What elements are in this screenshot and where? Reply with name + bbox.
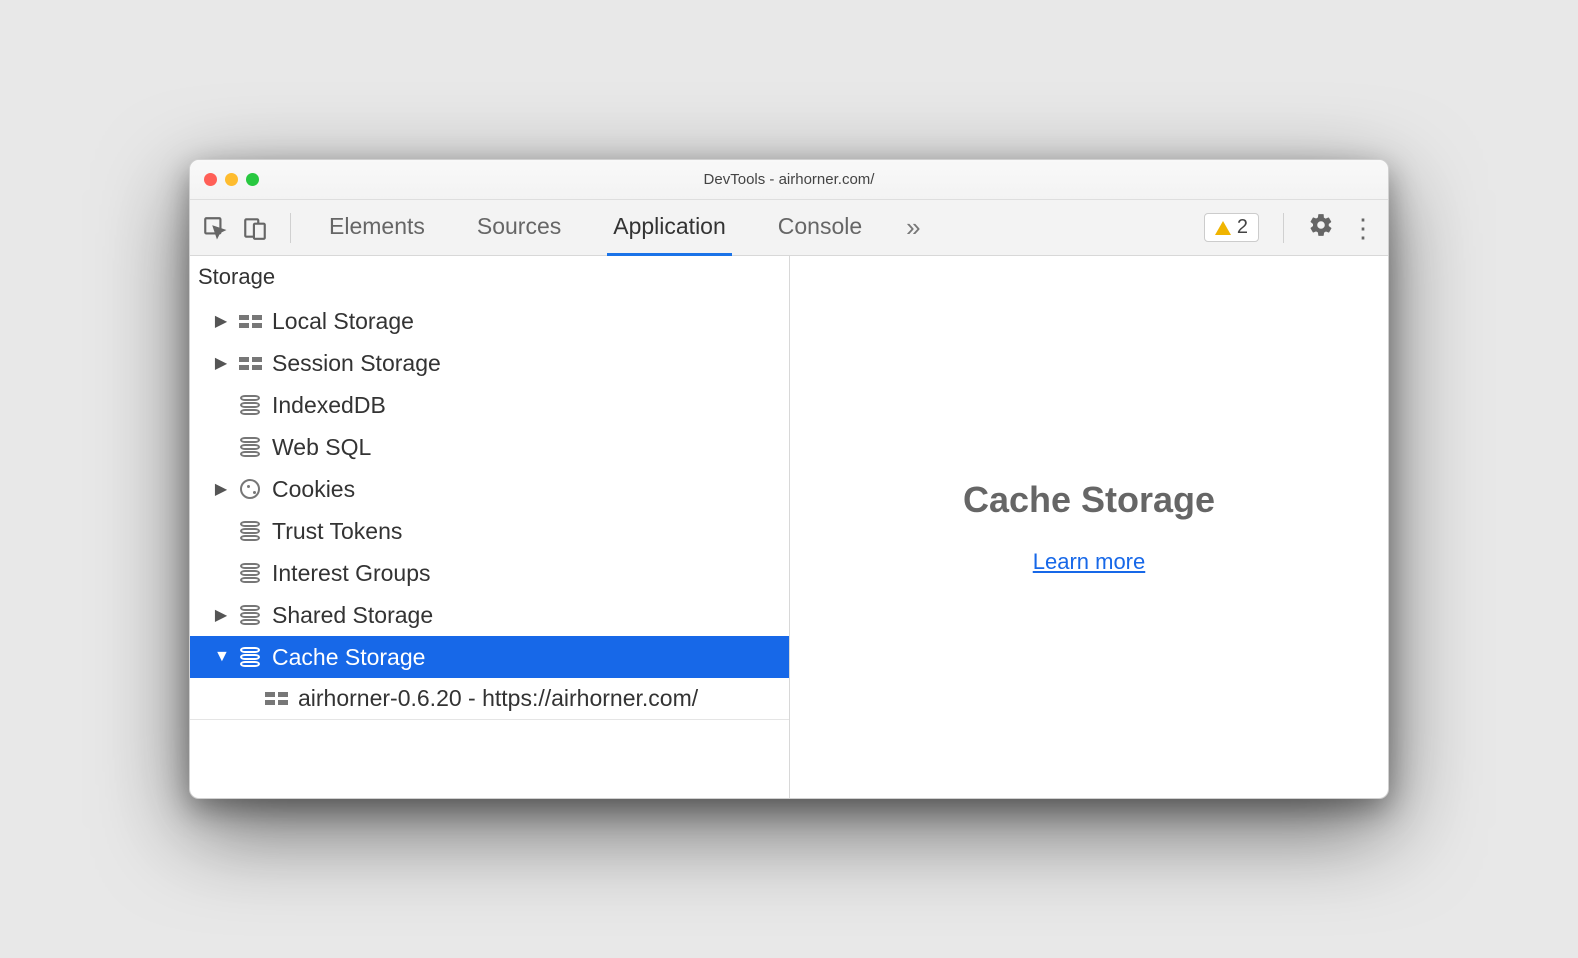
chevron-right-icon: ▶ bbox=[214, 311, 228, 331]
panel-heading: Cache Storage bbox=[963, 479, 1215, 521]
sidebar-item-interest-groups[interactable]: ▶ Interest Groups bbox=[190, 552, 789, 594]
sidebar-item-label: airhorner-0.6.20 - https://airhorner.com… bbox=[298, 685, 698, 712]
sidebar-item-label: Interest Groups bbox=[272, 560, 431, 587]
inspect-element-icon[interactable] bbox=[202, 215, 228, 241]
warning-icon bbox=[1215, 221, 1231, 235]
tab-console[interactable]: Console bbox=[772, 199, 868, 256]
warning-count: 2 bbox=[1237, 216, 1248, 239]
sidebar-item-indexeddb[interactable]: ▶ IndexedDB bbox=[190, 384, 789, 426]
panel-tabs: Elements Sources Application Console bbox=[323, 199, 868, 256]
database-icon bbox=[236, 605, 264, 625]
minimize-window-button[interactable] bbox=[225, 173, 238, 186]
sidebar-section-header: Storage bbox=[190, 256, 789, 300]
chevron-right-icon: ▶ bbox=[214, 605, 228, 625]
traffic-lights bbox=[204, 173, 259, 186]
chevron-right-icon: ▶ bbox=[214, 353, 228, 373]
devtools-toolbar: Elements Sources Application Console » 2… bbox=[190, 200, 1388, 256]
sidebar-item-label: Shared Storage bbox=[272, 602, 433, 629]
sidebar-item-label: Session Storage bbox=[272, 350, 441, 377]
sidebar-item-cache-storage[interactable]: ▼ Cache Storage bbox=[190, 636, 789, 678]
sidebar-item-label: Local Storage bbox=[272, 308, 414, 335]
chevron-down-icon: ▼ bbox=[214, 648, 228, 666]
learn-more-link[interactable]: Learn more bbox=[1033, 549, 1146, 575]
toolbar-right: 2 ⋮ bbox=[1204, 212, 1376, 244]
sidebar-item-shared-storage[interactable]: ▶ Shared Storage bbox=[190, 594, 789, 636]
close-window-button[interactable] bbox=[204, 173, 217, 186]
application-sidebar: Storage ▶ Local Storage ▶ Session Storag… bbox=[190, 256, 790, 798]
sidebar-item-label: Trust Tokens bbox=[272, 518, 402, 545]
toolbar-divider bbox=[1283, 213, 1284, 243]
database-icon bbox=[236, 521, 264, 541]
sidebar-item-trust-tokens[interactable]: ▶ Trust Tokens bbox=[190, 510, 789, 552]
tab-elements[interactable]: Elements bbox=[323, 199, 431, 256]
chevron-right-icon: ▶ bbox=[214, 479, 228, 499]
content-area: Storage ▶ Local Storage ▶ Session Storag… bbox=[190, 256, 1388, 798]
sidebar-item-local-storage[interactable]: ▶ Local Storage bbox=[190, 300, 789, 342]
toolbar-divider bbox=[290, 213, 291, 243]
sidebar-item-websql[interactable]: ▶ Web SQL bbox=[190, 426, 789, 468]
fullscreen-window-button[interactable] bbox=[246, 173, 259, 186]
cookie-icon bbox=[236, 479, 264, 499]
sidebar-item-cache-entry[interactable]: airhorner-0.6.20 - https://airhorner.com… bbox=[190, 678, 789, 720]
sidebar-item-label: IndexedDB bbox=[272, 392, 386, 419]
tab-sources[interactable]: Sources bbox=[471, 199, 567, 256]
table-icon bbox=[236, 357, 264, 370]
devtools-window: DevTools - airhorner.com/ Elements Sourc… bbox=[189, 159, 1389, 799]
database-icon bbox=[236, 437, 264, 457]
table-icon bbox=[262, 692, 290, 705]
sidebar-item-label: Web SQL bbox=[272, 434, 371, 461]
storage-tree: ▶ Local Storage ▶ Session Storage ▶ bbox=[190, 300, 789, 720]
sidebar-item-session-storage[interactable]: ▶ Session Storage bbox=[190, 342, 789, 384]
warnings-badge[interactable]: 2 bbox=[1204, 213, 1259, 242]
tab-application[interactable]: Application bbox=[607, 199, 732, 256]
sidebar-item-label: Cache Storage bbox=[272, 644, 425, 671]
window-titlebar: DevTools - airhorner.com/ bbox=[190, 160, 1388, 200]
database-icon bbox=[236, 395, 264, 415]
settings-icon[interactable] bbox=[1308, 212, 1334, 244]
sidebar-item-cookies[interactable]: ▶ Cookies bbox=[190, 468, 789, 510]
device-toolbar-icon[interactable] bbox=[242, 215, 268, 241]
toolbar-left bbox=[202, 213, 299, 243]
database-icon bbox=[236, 647, 264, 667]
table-icon bbox=[236, 315, 264, 328]
more-tabs-icon[interactable]: » bbox=[906, 212, 920, 243]
database-icon bbox=[236, 563, 264, 583]
window-title: DevTools - airhorner.com/ bbox=[190, 171, 1388, 188]
main-panel: Cache Storage Learn more bbox=[790, 256, 1388, 798]
sidebar-item-label: Cookies bbox=[272, 476, 355, 503]
